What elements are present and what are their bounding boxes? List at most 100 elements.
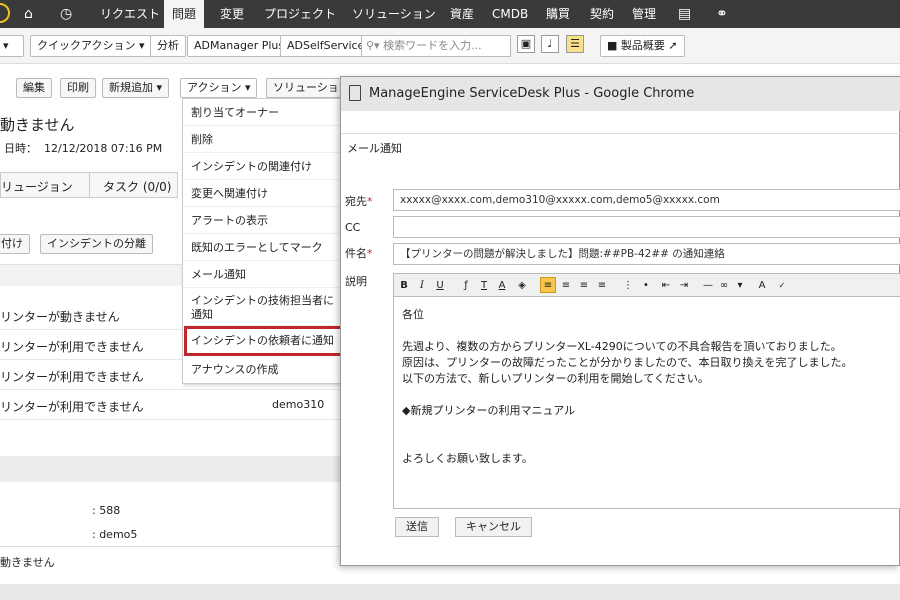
- edit-button[interactable]: 編集: [16, 78, 52, 98]
- classify-incident-button[interactable]: インシデントの分離: [40, 234, 153, 254]
- font-family-icon[interactable]: ƒ: [458, 277, 474, 293]
- nav-item-contracts[interactable]: 契約: [582, 0, 622, 28]
- bell-icon[interactable]: ♩: [541, 35, 559, 53]
- align-justify-icon[interactable]: ≡: [594, 277, 610, 293]
- bullet-list-icon[interactable]: •: [638, 277, 654, 293]
- bold-icon[interactable]: B: [396, 277, 412, 293]
- quick-action-button[interactable]: クイックアクション ▾: [30, 35, 152, 57]
- nav-item-cmdb[interactable]: CMDB: [484, 0, 536, 28]
- menu-item-email-notify[interactable]: メール通知: [183, 261, 341, 288]
- to-field[interactable]: xxxxx@xxxx.com,demo310@xxxxx.com,demo5@x…: [393, 189, 900, 211]
- document-icon: [349, 85, 361, 101]
- nav-item-admin[interactable]: 管理: [624, 0, 664, 28]
- editor-toolbar: B I U ƒ T A ◈ ≡ ≡ ≡ ≡ ⋮ • ⇤ ⇥ — ∞ ▾ A ✓: [393, 273, 900, 297]
- nav-item-requests[interactable]: リクエスト: [92, 0, 168, 28]
- numbered-list-icon[interactable]: ⋮: [620, 277, 636, 293]
- print-button[interactable]: 印刷: [60, 78, 96, 98]
- body-line: [402, 323, 894, 339]
- email-body-editor[interactable]: 各位 先週より、複数の方からプリンターXL-4290についての不具合報告を頂いて…: [393, 297, 900, 509]
- chevron-down-icon: ▾: [156, 81, 163, 94]
- menu-item-notify-incident-technician[interactable]: インシデントの技術担当者に 通知: [183, 288, 341, 326]
- body-line: [402, 419, 894, 435]
- top-nav-bar: ⌂ ◷ リクエスト 問題 変更 プロジェクト ソリューション 資産 CMDB 購…: [0, 0, 900, 28]
- table-row[interactable]: リンターが利用できません demo310: [0, 390, 342, 420]
- dashboard-icon[interactable]: ◷: [60, 4, 72, 24]
- nav-item-changes[interactable]: 変更: [212, 0, 252, 28]
- menu-item-delete[interactable]: 削除: [183, 126, 341, 153]
- rocket-icon: ➚: [668, 39, 678, 52]
- attach-button[interactable]: 付け: [0, 234, 30, 254]
- detail-tabs: リュージョン タスク (0/0): [0, 172, 178, 198]
- row-title: リンターが動きません: [0, 310, 120, 324]
- nav-item-problems[interactable]: 問題: [164, 0, 205, 28]
- menu-item-mark-known-error[interactable]: 既知のエラーとしてマーク: [183, 234, 341, 261]
- tab-solution[interactable]: リュージョン: [1, 178, 73, 195]
- clipboard-icon[interactable]: ☰: [566, 35, 584, 53]
- new-dropdown-button[interactable]: ▾: [0, 35, 24, 57]
- menu-item-show-alerts[interactable]: アラートの表示: [183, 207, 341, 234]
- search-input[interactable]: ⚲▾ 検索ワードを入力...: [361, 35, 511, 57]
- solution-button[interactable]: ソリューション: [266, 78, 342, 98]
- body-line: 各位: [402, 308, 424, 321]
- action-menu-button[interactable]: アクション ▾: [180, 78, 258, 98]
- insert-line-icon[interactable]: —: [700, 277, 716, 293]
- highlight-box: [184, 326, 343, 356]
- menu-item-create-announcement[interactable]: アナウンスの作成: [183, 356, 341, 384]
- align-right-icon[interactable]: ≡: [576, 277, 592, 293]
- product-overview-button[interactable]: ■ 製品概要 ➚: [600, 35, 685, 57]
- description-label: 説明: [345, 275, 367, 288]
- chevron-down-icon: ▾: [244, 81, 251, 94]
- underline-icon[interactable]: U: [432, 277, 448, 293]
- chevron-down-icon[interactable]: ▾: [732, 277, 748, 293]
- row-title: リンターが利用できません: [0, 340, 144, 354]
- menu-item-link-change[interactable]: 変更へ関連付け: [183, 180, 341, 207]
- logo-icon[interactable]: [0, 3, 10, 23]
- date-label: 日時：: [4, 142, 37, 155]
- reports-icon[interactable]: ▤: [678, 4, 691, 24]
- support-headset-icon[interactable]: ⚭: [716, 4, 728, 24]
- secondary-toolbar: ▾ クイックアクション ▾ 分析 ADManager Plus ADSelfSe…: [0, 28, 900, 64]
- row-title: リンターが利用できません: [0, 400, 144, 414]
- cancel-button[interactable]: キャンセル: [455, 517, 532, 537]
- cc-field[interactable]: [393, 216, 900, 238]
- nav-item-assets[interactable]: 資産: [442, 0, 482, 28]
- search-placeholder: 検索ワードを入力...: [383, 39, 482, 52]
- bottom-strip: [0, 584, 900, 600]
- italic-icon[interactable]: I: [414, 277, 430, 293]
- row-owner: demo310: [272, 398, 325, 411]
- quick-action-label: クイックアクション: [37, 39, 136, 52]
- search-icon: ⚲▾: [366, 39, 380, 52]
- admanager-button[interactable]: ADManager Plus: [187, 35, 292, 57]
- spellcheck-icon[interactable]: ✓: [774, 277, 790, 293]
- home-icon[interactable]: ⌂: [24, 4, 33, 24]
- analysis-button[interactable]: 分析: [150, 35, 186, 57]
- menu-item-link-incident[interactable]: インシデントの関連付け: [183, 153, 341, 180]
- detail-owner: : demo5: [92, 528, 138, 541]
- footer-title: 動きません: [0, 556, 55, 569]
- window-title: ManageEngine ServiceDesk Plus - Google C…: [369, 86, 695, 101]
- format-style-icon[interactable]: A: [754, 277, 770, 293]
- nav-item-projects[interactable]: プロジェクト: [256, 0, 344, 28]
- body-line: [402, 435, 894, 451]
- add-new-button[interactable]: 新規追加 ▾: [102, 78, 170, 98]
- align-center-icon[interactable]: ≡: [558, 277, 574, 293]
- adselfservice-button[interactable]: ADSelfService: [280, 35, 372, 57]
- font-color-icon[interactable]: A: [494, 277, 510, 293]
- font-size-icon[interactable]: T: [476, 277, 492, 293]
- menu-item-assign-owner[interactable]: 割り当てオーナー: [183, 99, 341, 126]
- outdent-icon[interactable]: ⇤: [658, 277, 674, 293]
- nav-item-solutions[interactable]: ソリューション: [344, 0, 444, 28]
- scan-icon[interactable]: ▣: [517, 35, 535, 53]
- detail-id: : 588: [92, 504, 121, 517]
- subject-field[interactable]: 【プリンターの問題が解決しました】問題:##PB-42## の通知連絡: [393, 243, 900, 265]
- link-icon[interactable]: ∞: [716, 277, 732, 293]
- divider: [341, 133, 900, 134]
- details-section-header: [0, 456, 342, 482]
- tab-tasks[interactable]: タスク (0/0): [103, 178, 172, 195]
- align-left-icon[interactable]: ≡: [540, 277, 556, 293]
- nav-item-purchase[interactable]: 購買: [538, 0, 578, 28]
- background-color-icon[interactable]: ◈: [514, 277, 530, 293]
- indent-icon[interactable]: ⇥: [676, 277, 692, 293]
- send-button[interactable]: 送信: [395, 517, 439, 537]
- subject-label-text: 件名: [345, 247, 367, 260]
